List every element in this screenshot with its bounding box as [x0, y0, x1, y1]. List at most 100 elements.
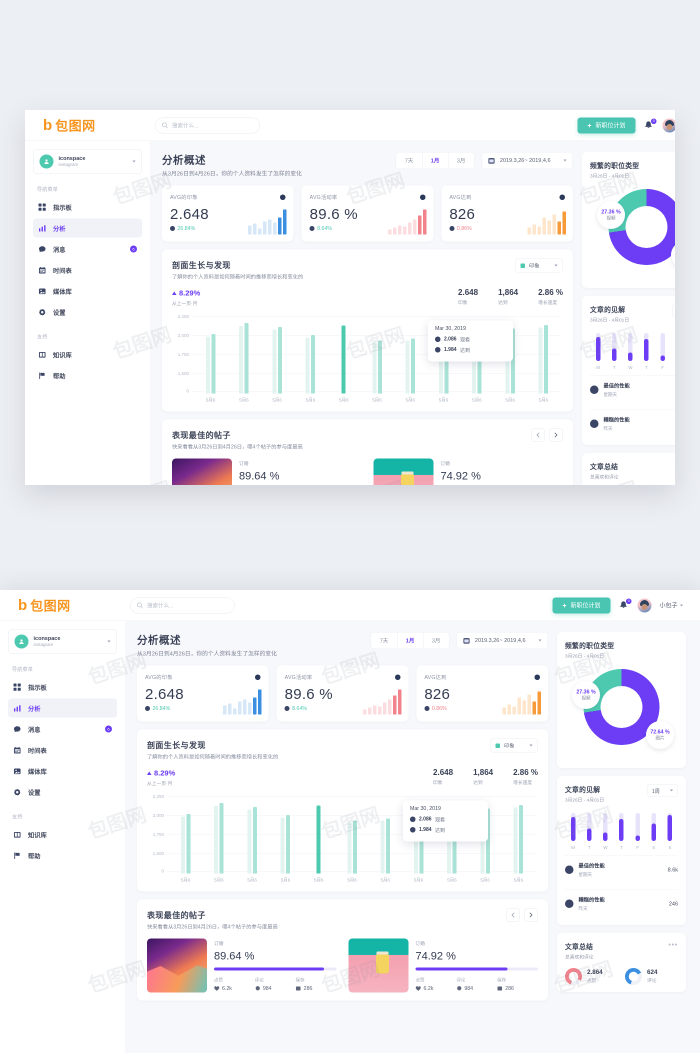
tab-1month[interactable]: 1月	[397, 632, 424, 649]
post-metric-label: 订婚	[214, 941, 224, 947]
date-range-picker[interactable]: 2019.3,26~ 2019,4,6	[481, 152, 573, 169]
week-bar-column[interactable]	[590, 333, 606, 361]
sidebar-item-settings[interactable]: 设置	[33, 303, 142, 322]
bar-group[interactable]	[169, 814, 202, 874]
notifications-button[interactable]: 0	[643, 118, 657, 131]
week-bar-column[interactable]	[622, 333, 638, 361]
kpi-card-engagement[interactable]: AVG活动率 89.6 % 8.64%	[301, 185, 434, 242]
bar-group[interactable]	[269, 815, 302, 874]
user-menu[interactable]: 小包子	[659, 601, 683, 610]
profile-name: iconspace	[33, 635, 61, 642]
sidebar-item-analytics[interactable]: 分析	[33, 218, 142, 238]
profile-selector[interactable]: iconspace instagram	[8, 629, 117, 654]
sidebar-item-schedule[interactable]: 时间表	[8, 741, 117, 760]
sidebar-item-dashboard[interactable]: 指示板	[33, 198, 142, 217]
avatar[interactable]	[662, 118, 675, 133]
metric-select[interactable]: 印象	[490, 738, 538, 753]
bar-group[interactable]	[502, 805, 535, 874]
bar-group[interactable]	[327, 325, 360, 394]
sidebar-item-schedule[interactable]: 时间表	[33, 261, 142, 280]
sidebar-item-messages[interactable]: 消息 6	[33, 240, 142, 259]
kpi-delta-value: 8.64%	[317, 225, 333, 232]
brand-logo[interactable]: b 包图网	[25, 116, 150, 135]
kpi-menu-icon[interactable]	[255, 674, 261, 680]
list-item[interactable]: 订婚 89.64 % 点赞 6.2k 评论	[172, 458, 362, 485]
search-input[interactable]: 搜索什么...	[130, 597, 235, 614]
search-input[interactable]: 搜索什么...	[155, 117, 260, 134]
sidebar-item-messages[interactable]: 消息 6	[8, 720, 117, 739]
more-icon[interactable]: •••	[668, 941, 678, 948]
sidebar-item-media[interactable]: 媒体库	[8, 762, 117, 781]
chevron-down-icon	[554, 264, 558, 267]
new-post-button[interactable]: + 新职位计划	[552, 597, 611, 614]
tab-7days[interactable]: 7天	[371, 632, 398, 649]
profile-selector[interactable]: iconspace instagram	[33, 149, 142, 174]
week-bar-column[interactable]	[565, 813, 581, 841]
week-bar-column[interactable]	[662, 813, 678, 841]
bar-group[interactable]	[227, 323, 260, 394]
tab-3months[interactable]: 3月	[448, 153, 474, 169]
week-bar-column[interactable]	[613, 813, 629, 841]
post-stat-value: 984	[255, 986, 296, 992]
prev-button[interactable]	[531, 428, 545, 442]
sidebar-item-analytics[interactable]: 分析	[8, 698, 117, 718]
bar-group[interactable]	[302, 805, 335, 874]
next-button[interactable]	[549, 428, 563, 442]
week-bar-column[interactable]	[630, 813, 646, 841]
sidebar-item-settings[interactable]: 设置	[8, 783, 117, 802]
kpi-menu-icon[interactable]	[419, 194, 426, 200]
metric-select[interactable]: 印象	[515, 258, 563, 273]
bar-group[interactable]	[335, 820, 368, 874]
bar-group[interactable]	[294, 335, 327, 394]
sidebar-item-help[interactable]: 帮助	[8, 846, 117, 865]
kpi-card-engagement[interactable]: AVG活动率 89.6 % 8.64%	[276, 665, 409, 722]
sidebar-item-knowledge[interactable]: 知识库	[8, 825, 117, 844]
sidebar-item-media[interactable]: 媒体库	[33, 282, 142, 301]
bar-group[interactable]	[194, 334, 227, 394]
brand-logo[interactable]: b 包图网	[0, 596, 125, 615]
week-bar-column[interactable]	[671, 333, 675, 361]
week-bar-column[interactable]	[581, 813, 597, 841]
frown-icon	[590, 419, 599, 428]
kpi-menu-icon[interactable]	[559, 194, 565, 200]
list-item[interactable]: 订婚 89.64 % 点赞 6.2k 评论	[147, 938, 337, 993]
bar-group[interactable]	[527, 325, 560, 394]
sidebar-item-knowledge[interactable]: 知识库	[33, 345, 142, 364]
next-button[interactable]	[524, 908, 538, 922]
list-item[interactable]: 订婚 74.92 % 点赞 6.2k 评论	[373, 458, 564, 485]
sidebar-item-dashboard[interactable]: 指示板	[8, 678, 117, 697]
new-post-button[interactable]: + 新职位计划	[577, 117, 636, 134]
flag-icon	[13, 851, 22, 860]
bar-group[interactable]	[236, 807, 269, 874]
bar-group[interactable]	[202, 803, 235, 874]
week-bar-column[interactable]	[646, 813, 662, 841]
bar-group[interactable]	[261, 327, 294, 394]
prev-button[interactable]	[506, 908, 520, 922]
tab-7days[interactable]: 7天	[396, 152, 423, 169]
kpi-delta-value: 8.64%	[292, 705, 308, 712]
kpi-label: AVG活动率	[309, 194, 338, 201]
kpi-card-reach[interactable]: AVG达到 826 0.86%	[416, 665, 548, 722]
bar-group[interactable]	[360, 340, 393, 394]
week-bar-column[interactable]	[597, 813, 613, 841]
week-bar-column[interactable]	[638, 333, 654, 361]
kpi-card-impressions[interactable]: AVG的印象 2.648 26.84%	[162, 185, 294, 242]
kpi-card-impressions[interactable]: AVG的印象 2.648 26.84%	[137, 665, 269, 722]
kpi-menu-icon[interactable]	[394, 674, 401, 680]
insights-period-select[interactable]: 1周	[672, 304, 675, 317]
week-bar-column[interactable]	[606, 333, 622, 361]
tab-1month[interactable]: 1月	[422, 152, 449, 169]
date-range-picker[interactable]: 2019.3,26~ 2019,4,6	[456, 632, 548, 649]
kpi-menu-icon[interactable]	[534, 674, 540, 680]
bar-group[interactable]	[369, 818, 402, 874]
tab-3months[interactable]: 3月	[423, 633, 449, 649]
bar-group[interactable]	[394, 338, 427, 394]
kpi-menu-icon[interactable]	[280, 194, 286, 200]
week-bar-column[interactable]	[655, 333, 671, 361]
sidebar-item-help[interactable]: 帮助	[33, 366, 142, 385]
notifications-button[interactable]: 0	[618, 598, 632, 611]
list-item[interactable]: 订婚 74.92 % 点赞 6.2k 评论	[348, 938, 538, 993]
kpi-card-reach[interactable]: AVG达到 826 0.86%	[441, 185, 573, 242]
avatar[interactable]	[637, 598, 652, 613]
insights-period-select[interactable]: 1周	[647, 784, 678, 797]
